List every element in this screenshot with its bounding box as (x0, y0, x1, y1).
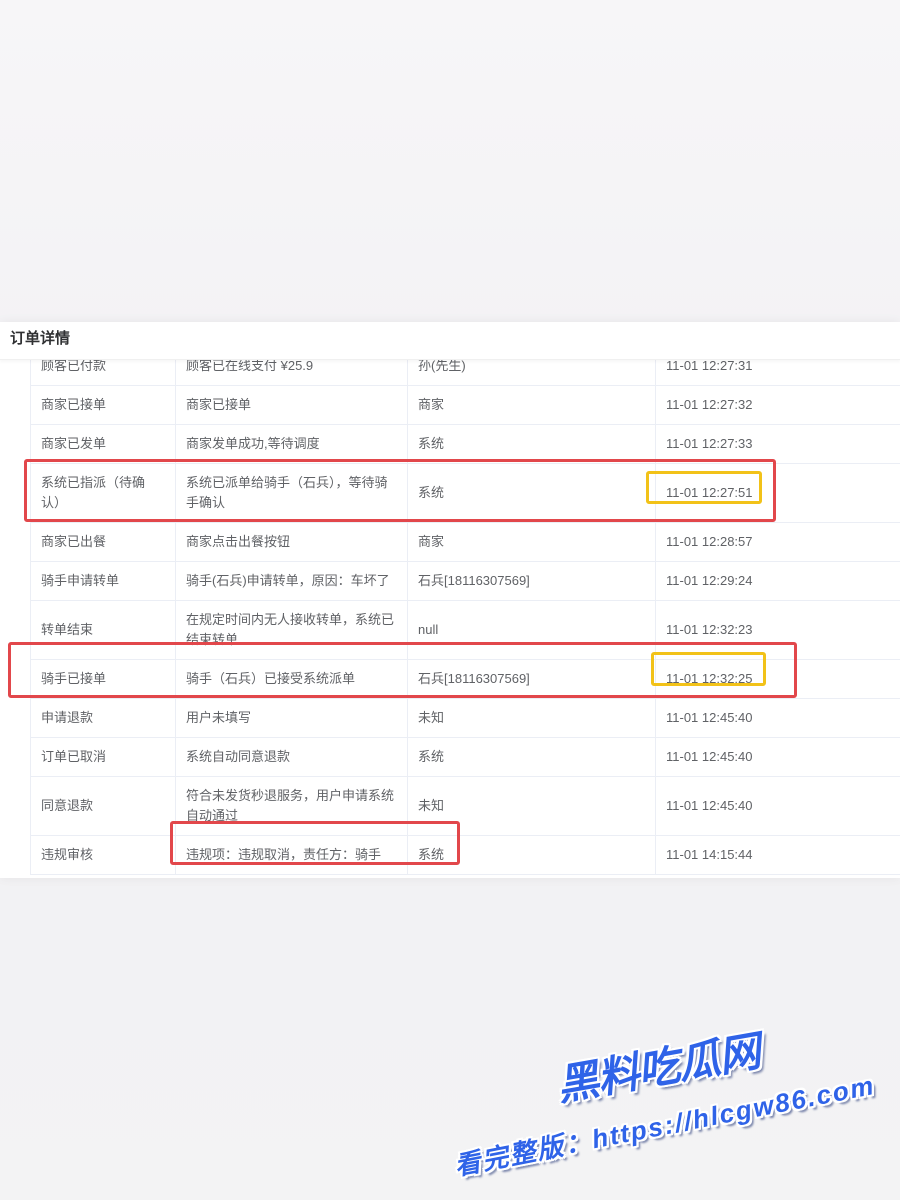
table-row: 商家已出餐 商家点击出餐按钮 商家 11-01 12:28:57 (30, 522, 900, 562)
cell-time: 11-01 12:29:24 (655, 561, 900, 601)
table-row: 商家已发单 商家发单成功,等待调度 系统 11-01 12:27:33 (30, 424, 900, 464)
cell-status: 系统已指派（待确认） (30, 463, 176, 523)
cell-operator: 系统 (407, 835, 656, 875)
cell-time: 11-01 12:27:33 (655, 424, 900, 464)
cell-time: 11-01 12:45:40 (655, 737, 900, 777)
cell-operator: null (407, 600, 656, 660)
order-detail-card: 订单详情 顾客已付款 顾客已在线支付 ¥25.9 孙(先生) 11-01 12:27:… (0, 322, 900, 878)
table-row: 顾客已付款 顾客已在线支付 ¥25.9 孙(先生) 11-01 12:27:31 (30, 360, 900, 386)
cell-description: 骑手（石兵）已接受系统派单 (175, 659, 408, 699)
order-detail-title: 订单详情 (0, 322, 900, 360)
table-row: 订单已取消 系统自动同意退款 系统 11-01 12:45:40 (30, 737, 900, 777)
table-row: 骑手已接单 骑手（石兵）已接受系统派单 石兵[18116307569] 11-01 1… (30, 659, 900, 699)
cell-description: 骑手(石兵)申请转单，原因：车坏了 (175, 561, 408, 601)
cell-operator: 系统 (407, 463, 656, 523)
cell-description: 违规项：违规取消，责任方：骑手 (175, 835, 408, 875)
cell-operator: 石兵[18116307569] (407, 561, 656, 601)
cell-operator: 未知 (407, 776, 656, 836)
cell-status: 骑手申请转单 (30, 561, 176, 601)
cell-description: 在规定时间内无人接收转单，系统已结束转单 (175, 600, 408, 660)
cell-operator: 孙(先生) (407, 360, 656, 386)
cell-time: 11-01 14:15:44 (655, 835, 900, 875)
cell-status: 同意退款 (30, 776, 176, 836)
cell-description: 商家已接单 (175, 385, 408, 425)
table-row: 系统已指派（待确认） 系统已派单给骑手（石兵），等待骑手确认 系统 11-01 12:… (30, 463, 900, 523)
cell-time: 11-01 12:45:40 (655, 776, 900, 836)
cell-description: 用户未填写 (175, 698, 408, 738)
table-row: 转单结束 在规定时间内无人接收转单，系统已结束转单 null 11-01 12:32:… (30, 600, 900, 660)
cell-status: 违规审核 (30, 835, 176, 875)
cell-time: 11-01 12:45:40 (655, 698, 900, 738)
cell-time: 11-01 12:27:32 (655, 385, 900, 425)
table-row: 违规审核 违规项：违规取消，责任方：骑手 系统 11-01 14:15:44 (30, 835, 900, 875)
cell-time: 11-01 12:28:57 (655, 522, 900, 562)
cell-status: 商家已发单 (30, 424, 176, 464)
cell-status: 顾客已付款 (30, 360, 176, 386)
cell-time: 11-01 12:32:23 (655, 600, 900, 660)
cell-description: 商家点击出餐按钮 (175, 522, 408, 562)
cell-operator: 商家 (407, 522, 656, 562)
cell-status: 订单已取消 (30, 737, 176, 777)
cell-description: 系统已派单给骑手（石兵），等待骑手确认 (175, 463, 408, 523)
table-row: 商家已接单 商家已接单 商家 11-01 12:27:32 (30, 385, 900, 425)
cell-description: 商家发单成功,等待调度 (175, 424, 408, 464)
cell-status: 转单结束 (30, 600, 176, 660)
cell-description: 符合未发货秒退服务，用户申请系统自动通过 (175, 776, 408, 836)
cell-description: 顾客已在线支付 ¥25.9 (175, 360, 408, 386)
cell-status: 骑手已接单 (30, 659, 176, 699)
table-row: 申请退款 用户未填写 未知 11-01 12:45:40 (30, 698, 900, 738)
cell-time: 11-01 12:32:25 (655, 659, 900, 699)
cell-description: 系统自动同意退款 (175, 737, 408, 777)
cell-operator: 系统 (407, 424, 656, 464)
cell-operator: 未知 (407, 698, 656, 738)
cell-operator: 系统 (407, 737, 656, 777)
order-log-table-body: 顾客已付款 顾客已在线支付 ¥25.9 孙(先生) 11-01 12:27:31 商家已… (30, 360, 900, 875)
cell-operator: 商家 (407, 385, 656, 425)
cell-operator: 石兵[18116307569] (407, 659, 656, 699)
cell-time: 11-01 12:27:51 (655, 463, 900, 523)
cell-status: 申请退款 (30, 698, 176, 738)
cell-status: 商家已接单 (30, 385, 176, 425)
order-log-table: 顾客已付款 顾客已在线支付 ¥25.9 孙(先生) 11-01 12:27:31 商家已… (30, 360, 900, 875)
table-row: 同意退款 符合未发货秒退服务，用户申请系统自动通过 未知 11-01 12:45:40 (30, 776, 900, 836)
cell-status: 商家已出餐 (30, 522, 176, 562)
order-log-scroll-area[interactable]: 顾客已付款 顾客已在线支付 ¥25.9 孙(先生) 11-01 12:27:31 商家已… (0, 360, 900, 878)
cell-time: 11-01 12:27:31 (655, 360, 900, 386)
table-row: 骑手申请转单 骑手(石兵)申请转单，原因：车坏了 石兵[18116307569] 11… (30, 561, 900, 601)
